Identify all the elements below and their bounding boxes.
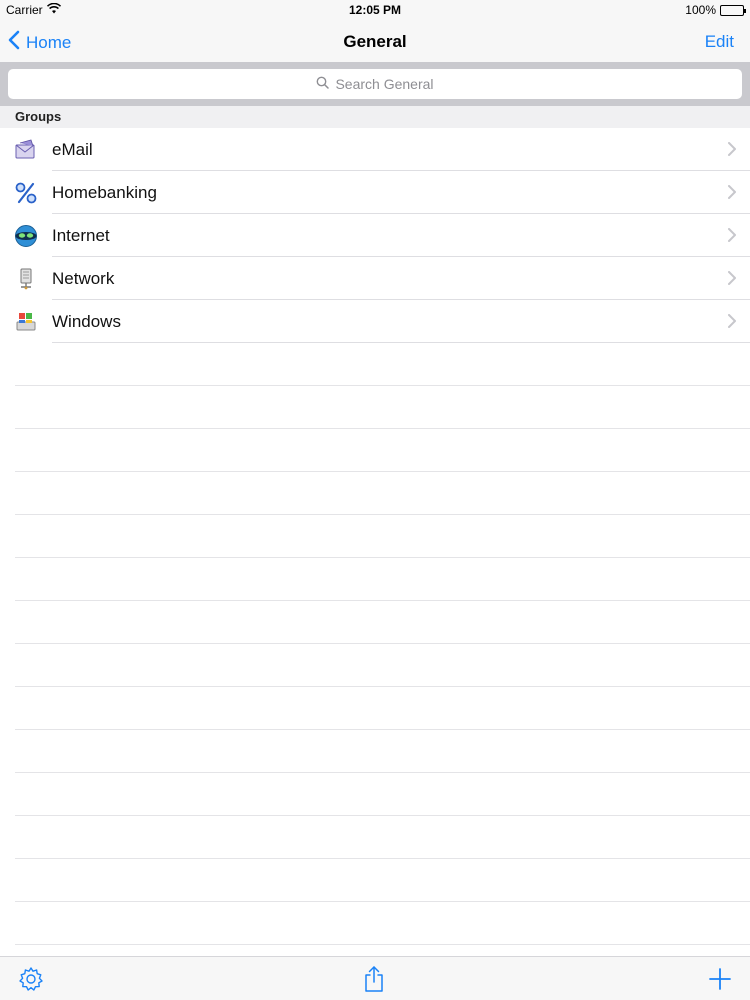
list-item-windows[interactable]: Windows <box>0 300 750 343</box>
page-title: General <box>343 32 407 51</box>
list-item-label: Windows <box>52 311 121 331</box>
row-separator <box>15 385 750 386</box>
empty-table-area <box>0 343 750 956</box>
globe-icon <box>14 224 38 248</box>
row-separator <box>15 643 750 644</box>
section-header: Groups <box>0 106 750 128</box>
row-separator <box>15 600 750 601</box>
row-separator <box>15 944 750 945</box>
status-bar: Carrier 12:05 PM 100% <box>0 0 750 20</box>
search-bar: Search General <box>0 62 750 106</box>
gear-icon[interactable] <box>18 966 44 997</box>
chevron-right-icon <box>728 185 736 204</box>
search-placeholder: Search General <box>335 76 434 92</box>
share-icon[interactable] <box>362 965 386 998</box>
row-separator <box>15 729 750 730</box>
network-icon <box>14 267 38 291</box>
chevron-right-icon <box>728 271 736 290</box>
row-separator <box>15 858 750 859</box>
status-time: 12:05 PM <box>348 3 402 17</box>
list-item-label: Internet <box>52 225 110 245</box>
list-item-network[interactable]: Network <box>0 257 750 300</box>
windows-icon <box>14 310 38 334</box>
row-separator <box>15 815 750 816</box>
row-separator <box>15 514 750 515</box>
list-item-homebanking[interactable]: Homebanking <box>0 171 750 214</box>
list-item-email[interactable]: eMail <box>0 128 750 171</box>
row-separator <box>15 772 750 773</box>
email-icon <box>14 138 38 162</box>
search-icon <box>316 76 330 92</box>
row-separator <box>15 428 750 429</box>
plus-icon[interactable] <box>709 968 731 995</box>
percent-icon <box>14 181 38 205</box>
battery-indicator: 100% <box>685 3 746 17</box>
chevron-right-icon <box>728 228 736 247</box>
list-item-label: Homebanking <box>52 182 157 202</box>
list-item-internet[interactable]: Internet <box>0 214 750 257</box>
chevron-right-icon <box>728 142 736 161</box>
edit-button[interactable]: Edit <box>705 32 734 52</box>
group-list: eMail Homebanking Internet Network Windo… <box>0 128 750 343</box>
battery-percent: 100% <box>685 3 716 17</box>
row-separator <box>15 901 750 902</box>
list-item-label: eMail <box>52 139 93 159</box>
bottom-toolbar <box>0 956 750 1000</box>
list-item-label: Network <box>52 268 115 288</box>
row-separator <box>15 686 750 687</box>
search-input[interactable]: Search General <box>8 69 742 99</box>
battery-icon <box>720 4 746 16</box>
chevron-right-icon <box>728 314 736 333</box>
row-separator <box>15 471 750 472</box>
row-separator <box>15 557 750 558</box>
navigation-bar: Home General Edit <box>0 20 750 62</box>
